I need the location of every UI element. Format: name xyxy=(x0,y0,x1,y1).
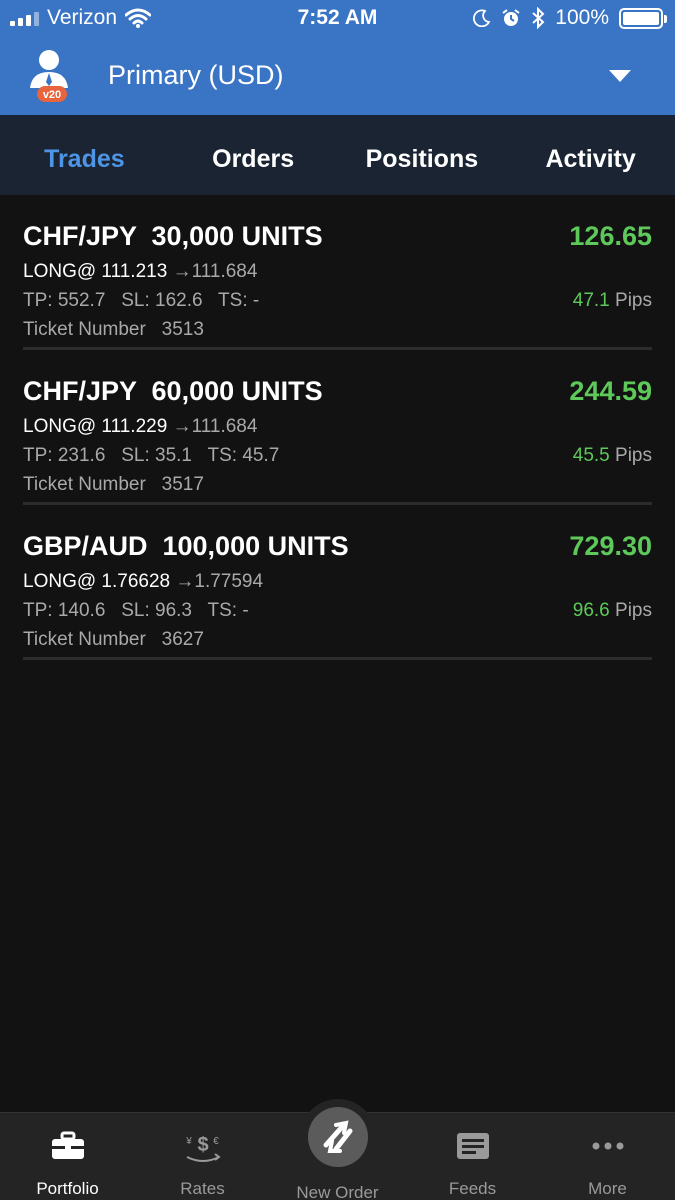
trade-entry: LONG@ 111.213 →111.684 xyxy=(23,261,257,283)
ellipsis-icon xyxy=(592,1142,623,1150)
trade-entry-price: LONG@ 1.76628 xyxy=(23,571,176,592)
trade-symbol-units: CHF/JPY 30,000 UNITS xyxy=(23,221,323,251)
svg-text:¥: ¥ xyxy=(185,1136,192,1147)
trade-symbol-units: CHF/JPY 60,000 UNITS xyxy=(23,376,323,406)
trade-ticket: Ticket Number 3517 xyxy=(23,474,204,495)
trade-orders: TP: 140.6 SL: 96.3 TS: - xyxy=(23,600,249,621)
trade-profit-loss: 729.30 xyxy=(569,531,652,561)
avatar-badge: v20 xyxy=(43,89,61,101)
trade-pips-unit: Pips xyxy=(609,290,652,311)
tab-orders[interactable]: Orders xyxy=(169,115,338,195)
status-right: 100% xyxy=(473,6,667,30)
trade-entry-price: LONG@ 111.213 xyxy=(23,261,173,282)
trades-list: CHF/JPY 30,000 UNITS 126.65 LONG@ 111.21… xyxy=(0,195,675,660)
trade-ticket: Ticket Number 3627 xyxy=(23,629,204,650)
nav-label: More xyxy=(588,1179,627,1198)
nav-portfolio[interactable]: Portfolio xyxy=(0,1113,135,1200)
battery-percent: 100% xyxy=(555,6,609,29)
bottom-nav: Portfolio $ ¥ € Rates New Order Feeds Mo… xyxy=(0,1099,675,1200)
trade-entry: LONG@ 1.76628 →1.77594 xyxy=(23,571,263,593)
trade-row[interactable]: GBP/AUD 100,000 UNITS 729.30 LONG@ 1.766… xyxy=(23,505,652,660)
chevron-down-icon[interactable] xyxy=(609,70,631,82)
currency-icon: $ ¥ € xyxy=(185,1134,221,1162)
trade-current-price: →111.684 xyxy=(172,416,258,437)
nav-rates[interactable]: $ ¥ € Rates xyxy=(135,1113,270,1200)
trade-pips-value: 96.6 xyxy=(572,600,610,621)
tab-trades[interactable]: Trades xyxy=(0,115,169,195)
user-avatar-icon[interactable]: v20 xyxy=(26,46,76,102)
trade-orders: TP: 231.6 SL: 35.1 TS: 45.7 xyxy=(23,445,280,466)
trade-profit-loss: 244.59 xyxy=(569,376,652,406)
news-icon xyxy=(456,1133,489,1159)
tab-activity[interactable]: Activity xyxy=(506,115,675,195)
trade-symbol-units: GBP/AUD 100,000 UNITS xyxy=(23,531,349,561)
trade-pips-unit: Pips xyxy=(609,445,652,466)
moon-icon xyxy=(473,9,491,27)
app-header: Verizon 7:52 AM 100% v20 Primary (USD) xyxy=(0,0,675,115)
bluetooth-icon xyxy=(532,7,545,29)
trade-current-price: →111.684 xyxy=(172,261,258,282)
trade-row[interactable]: CHF/JPY 30,000 UNITS 126.65 LONG@ 111.21… xyxy=(23,195,652,350)
nav-new-order[interactable]: New Order xyxy=(270,1099,405,1200)
nav-label: New Order xyxy=(296,1183,379,1200)
alarm-icon xyxy=(502,9,520,26)
nav-label: Feeds xyxy=(448,1179,497,1198)
trade-pips: 47.1 Pips xyxy=(573,290,652,312)
nav-feeds[interactable]: Feeds xyxy=(405,1113,540,1200)
trade-row[interactable]: CHF/JPY 60,000 UNITS 244.59 LONG@ 111.22… xyxy=(23,350,652,505)
trade-current-price: →1.77594 xyxy=(175,571,264,592)
account-selector[interactable]: v20 Primary (USD) xyxy=(0,38,675,115)
svg-text:€: € xyxy=(213,1136,219,1147)
new-order-button[interactable] xyxy=(299,1099,376,1175)
tab-positions[interactable]: Positions xyxy=(338,115,507,195)
trade-pips-value: 47.1 xyxy=(572,290,610,311)
status-bar: Verizon 7:52 AM 100% xyxy=(0,0,675,38)
trade-ticket: Ticket Number 3513 xyxy=(23,319,204,340)
nav-label: Portfolio xyxy=(36,1179,99,1198)
trade-pips-unit: Pips xyxy=(609,600,652,621)
nav-label: Rates xyxy=(180,1179,225,1198)
svg-text:$: $ xyxy=(197,1134,208,1156)
swap-arrows-icon xyxy=(323,1120,352,1153)
trade-pips: 45.5 Pips xyxy=(573,445,652,467)
trade-profit-loss: 126.65 xyxy=(569,221,652,251)
battery-icon xyxy=(619,7,667,29)
nav-more[interactable]: More xyxy=(540,1113,675,1200)
trade-orders: TP: 552.7 SL: 162.6 TS: - xyxy=(23,290,260,311)
portfolio-tabs: Trades Orders Positions Activity xyxy=(0,115,675,195)
briefcase-icon xyxy=(51,1131,84,1159)
trade-pips-value: 45.5 xyxy=(572,445,610,466)
account-title[interactable]: Primary (USD) xyxy=(108,60,284,91)
trade-entry-price: LONG@ 111.229 xyxy=(23,416,173,437)
trade-entry: LONG@ 111.229 →111.684 xyxy=(23,416,257,438)
trade-pips: 96.6 Pips xyxy=(573,600,652,622)
